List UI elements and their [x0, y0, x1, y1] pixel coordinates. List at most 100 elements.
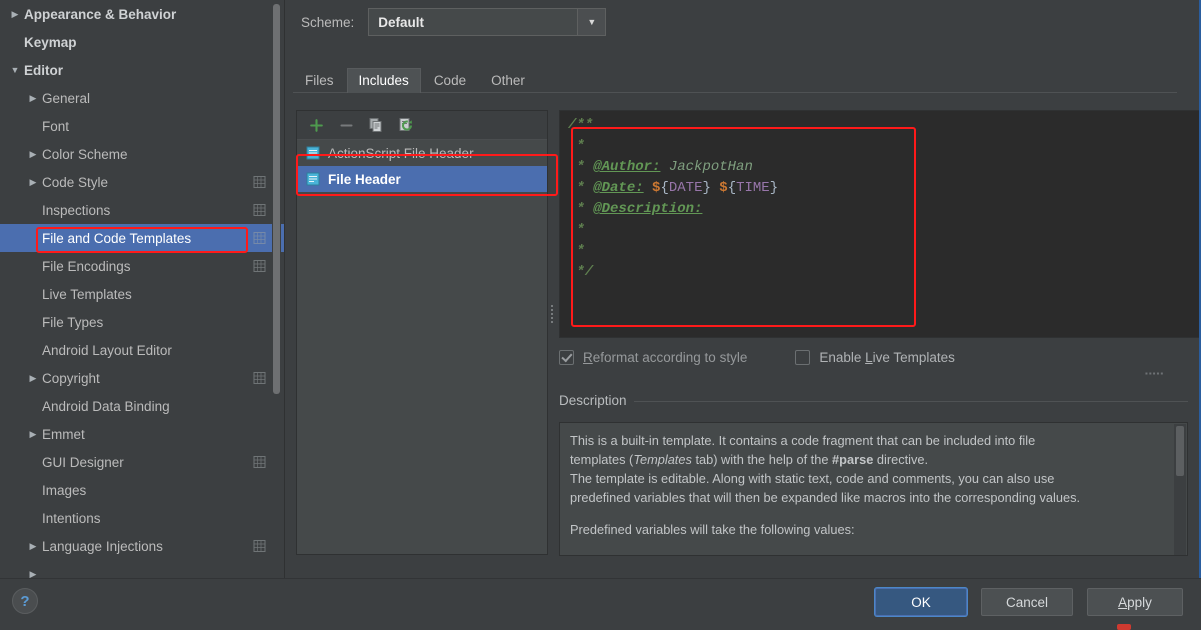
sidebar-item-label: File Types: [42, 314, 104, 330]
sidebar-item-images[interactable]: Images: [0, 476, 284, 504]
sidebar-item-android-layout-editor[interactable]: Android Layout Editor: [0, 336, 284, 364]
highlight-marker: [1117, 624, 1131, 630]
code-token: @Description:: [593, 201, 703, 217]
template-list[interactable]: ActionScript File Header File Header: [297, 140, 547, 554]
code-token: JackpotHan: [660, 159, 753, 175]
sidebar-item-keymap[interactable]: Keymap: [0, 28, 284, 56]
code-token: TIME: [736, 180, 770, 196]
list-item-label: File Header: [328, 171, 401, 187]
tab-includes[interactable]: Includes: [346, 68, 421, 93]
chevron-right-icon[interactable]: ▶: [24, 177, 42, 187]
description-scrollbar-thumb[interactable]: [1176, 426, 1184, 476]
sidebar-item-label: Images: [42, 482, 87, 498]
list-item[interactable]: File Header: [297, 166, 547, 192]
code-token: @Author:: [593, 159, 661, 175]
tab-other[interactable]: Other: [479, 68, 537, 93]
sidebar-item-label: Live Templates: [42, 286, 132, 302]
sidebar-item-partial[interactable]: ▶: [0, 560, 284, 578]
tab-files[interactable]: Files: [293, 68, 346, 93]
sidebar-item-label: File Encodings: [42, 258, 131, 274]
template-code-text[interactable]: /** * * @Author: JackpotHan * @Date: ${D…: [568, 115, 1201, 283]
sidebar-item-label: Keymap: [24, 34, 77, 50]
reformat-according-to-style-checkbox[interactable]: Reformat according to style: [559, 350, 747, 365]
sidebar-item-font[interactable]: Font: [0, 112, 284, 140]
code-token: *: [568, 138, 585, 154]
sidebar-item-editor[interactable]: ▼ Editor: [0, 56, 284, 84]
copy-icon[interactable]: [361, 113, 391, 137]
checkbox-box[interactable]: [559, 350, 574, 365]
chevron-right-icon[interactable]: ▶: [24, 429, 42, 439]
sidebar-item-label: Font: [42, 118, 70, 134]
description-title: Description: [559, 393, 634, 408]
sidebar-item-file-and-code-templates[interactable]: File and Code Templates: [0, 224, 284, 252]
chevron-right-icon[interactable]: ▶: [24, 569, 42, 578]
list-item[interactable]: ActionScript File Header: [297, 140, 547, 166]
code-token: }: [702, 180, 711, 196]
sidebar-item-label: Inspections: [42, 202, 111, 218]
description-separator: [559, 401, 1188, 402]
chevron-down-icon[interactable]: ▼: [577, 9, 606, 35]
code-line: *: [568, 136, 1201, 157]
sidebar-scrollbar-thumb[interactable]: [273, 4, 280, 394]
code-line: */: [568, 262, 1201, 283]
chevron-right-icon[interactable]: ▶: [24, 149, 42, 159]
sidebar-item-android-data-binding[interactable]: Android Data Binding: [0, 392, 284, 420]
code-line: *: [568, 220, 1201, 241]
apply-button[interactable]: Apply: [1087, 588, 1183, 616]
scheme-bar: Scheme: Default ▼: [301, 8, 607, 36]
reset-icon[interactable]: [391, 113, 421, 137]
sidebar-item-appearance-behavior[interactable]: ▶ Appearance & Behavior: [0, 0, 284, 28]
sidebar-item-label: Android Layout Editor: [42, 342, 172, 358]
scheme-dropdown[interactable]: Default ▼: [368, 8, 607, 36]
sidebar-item-label: Color Scheme: [42, 146, 128, 162]
sidebar-item-label: Language Injections: [42, 538, 163, 554]
variable-name: ${PACKAGE_NAME}: [570, 552, 738, 555]
template-code-editor[interactable]: /** * * @Author: JackpotHan * @Date: ${D…: [559, 110, 1201, 338]
code-token: *: [568, 243, 585, 259]
code-token: {: [727, 180, 737, 196]
project-scope-icon: [253, 176, 266, 189]
template-category-tabs[interactable]: Files Includes Code Other: [293, 68, 1177, 93]
ok-button[interactable]: OK: [875, 588, 967, 616]
help-icon[interactable]: ?: [12, 588, 38, 614]
chevron-right-icon[interactable]: ▶: [24, 93, 42, 103]
sidebar-item-language-injections[interactable]: ▶ Language Injections: [0, 532, 284, 560]
code-token: {: [660, 180, 669, 196]
code-token: /**: [568, 117, 594, 133]
sidebar-item-emmet[interactable]: ▶ Emmet: [0, 420, 284, 448]
sidebar-item-inspections[interactable]: Inspections: [0, 196, 284, 224]
minus-icon: [331, 113, 361, 137]
sidebar-scrollbar[interactable]: [272, 2, 281, 578]
chevron-right-icon[interactable]: ▶: [24, 373, 42, 383]
sidebar-item-copyright[interactable]: ▶ Copyright: [0, 364, 284, 392]
chevron-right-icon[interactable]: ▶: [24, 541, 42, 551]
sidebar-item-intentions[interactable]: Intentions: [0, 504, 284, 532]
description-line: This is a built-in template. It contains…: [570, 433, 1036, 448]
sidebar-item-gui-designer[interactable]: GUI Designer: [0, 448, 284, 476]
code-token: */: [568, 264, 594, 280]
plus-icon[interactable]: [301, 113, 331, 137]
settings-tree[interactable]: ▶ Appearance & Behavior Keymap ▼ Editor ▶ Gene…: [0, 0, 284, 578]
list-item-label: ActionScript File Header: [328, 145, 474, 161]
sidebar-item-code-style[interactable]: ▶ Code Style: [0, 168, 284, 196]
sidebar-item-file-encodings[interactable]: File Encodings: [0, 252, 284, 280]
template-list-panel: ActionScript File Header File Header: [296, 110, 553, 555]
description-line: Predefined variables will take the follo…: [570, 522, 855, 537]
chevron-right-icon[interactable]: ▶: [6, 9, 24, 19]
cancel-button[interactable]: Cancel: [981, 588, 1073, 616]
sidebar-item-color-scheme[interactable]: ▶ Color Scheme: [0, 140, 284, 168]
sidebar-item-file-types[interactable]: File Types: [0, 308, 284, 336]
sidebar-item-general[interactable]: ▶ General: [0, 84, 284, 112]
chevron-down-icon[interactable]: ▼: [6, 65, 24, 75]
tab-code[interactable]: Code: [422, 68, 478, 93]
description-scrollbar[interactable]: [1174, 424, 1186, 555]
sidebar-item-label: File and Code Templates: [42, 230, 192, 246]
panel-splitter-handle[interactable]: [548, 301, 556, 327]
sidebar-item-label: GUI Designer: [42, 454, 124, 470]
variable-desc: name of the package in which the new fil…: [738, 552, 1035, 555]
code-token: DATE: [668, 180, 703, 196]
enable-live-templates-checkbox[interactable]: Enable Live Templates: [795, 350, 955, 365]
sidebar-item-live-templates[interactable]: Live Templates: [0, 280, 284, 308]
checkbox-box[interactable]: [795, 350, 811, 365]
